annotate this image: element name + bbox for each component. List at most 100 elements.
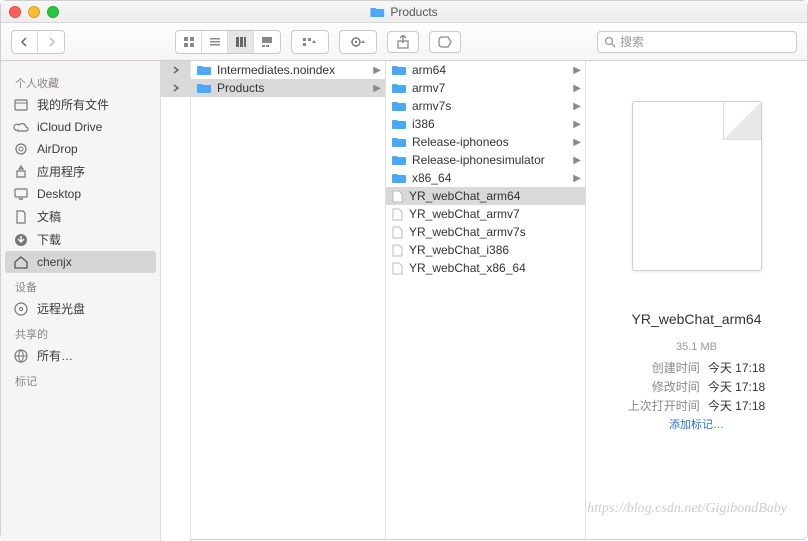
window-title: Products [370, 5, 437, 19]
sidebar-item[interactable]: AirDrop [1, 138, 160, 160]
preview-metadata: 创建时间 今天 17:18 修改时间 今天 17:18 上次打开时间 今天 17… [628, 359, 765, 414]
add-tags-button[interactable]: 添加标记… [669, 416, 724, 432]
folder-row[interactable]: Release-iphonesimulator▶ [386, 151, 585, 169]
row-label: x86_64 [412, 171, 451, 185]
sidebar-section-header: 共享的 [1, 320, 160, 344]
chevron-right-icon: ▶ [573, 119, 581, 130]
file-icon [392, 208, 403, 221]
folder-row[interactable]: armv7s ▶ [386, 97, 585, 115]
chevron-right-icon: ▶ [573, 101, 581, 112]
folder-icon [197, 83, 211, 94]
sidebar-item[interactable]: 文稿 [1, 205, 160, 228]
home-icon [13, 254, 29, 270]
file-row[interactable]: YR_webChat_arm64 [386, 187, 585, 205]
view-gallery-button[interactable] [254, 31, 280, 53]
apps-icon [13, 164, 29, 180]
view-columns-button[interactable] [228, 31, 254, 53]
close-window-button[interactable] [9, 6, 21, 18]
file-row[interactable]: YR_webChat_x86_64 [386, 259, 585, 277]
workspace: 个人收藏我的所有文件 iCloud Drive AirDrop 应用程序 Desktop… [1, 61, 807, 541]
sidebar-item[interactable]: 我的所有文件 [1, 93, 160, 116]
titlebar: Products [1, 1, 807, 23]
view-icon-button[interactable] [176, 31, 202, 53]
sidebar-item[interactable]: 远程光盘 [1, 297, 160, 320]
folder-icon [392, 155, 406, 166]
zoom-window-button[interactable] [47, 6, 59, 18]
chevron-right-icon: ▶ [573, 137, 581, 148]
search-input[interactable]: 搜索 [597, 31, 797, 53]
row-label: YR_webChat_i386 [409, 243, 509, 257]
column-0-parent-arrow[interactable] [161, 79, 190, 97]
column-0 [161, 61, 191, 541]
forward-button[interactable] [38, 31, 64, 53]
preview-filesize: 35.1 MB [676, 341, 717, 353]
downloads-icon [13, 232, 29, 248]
folder-row[interactable]: arm64▶ [386, 61, 585, 79]
sidebar-item-label: 文稿 [37, 208, 61, 225]
sidebar-item-label: iCloud Drive [37, 120, 102, 134]
chevron-right-icon: ▶ [573, 173, 581, 184]
folder-icon [392, 173, 406, 184]
folder-row[interactable]: armv7 ▶ [386, 79, 585, 97]
created-label: 创建时间 [628, 359, 700, 376]
sidebar-item[interactable]: Desktop [1, 183, 160, 205]
view-mode-group [175, 30, 281, 54]
sidebar-item[interactable]: 应用程序 [1, 160, 160, 183]
sidebar-item-label: 我的所有文件 [37, 96, 109, 113]
row-label: YR_webChat_x86_64 [409, 261, 526, 275]
action-dropdown[interactable] [339, 30, 377, 54]
chevron-right-icon: ▶ [573, 83, 581, 94]
row-label: armv7 [412, 81, 445, 95]
chevron-right-icon: ▶ [373, 65, 381, 76]
sidebar-item-label: 应用程序 [37, 163, 85, 180]
arrange-dropdown[interactable] [291, 30, 329, 54]
file-icon [392, 226, 403, 239]
tags-button[interactable] [429, 31, 461, 53]
sidebar: 个人收藏我的所有文件 iCloud Drive AirDrop 应用程序 Desktop… [1, 61, 161, 541]
sidebar-item[interactable]: 下载 [1, 228, 160, 251]
toolbar: 搜索 [1, 23, 807, 61]
folder-row[interactable]: Intermediates.noindex ▶ [191, 61, 385, 79]
columns-view: Intermediates.noindex▶Products▶ arm64▶ar… [161, 61, 807, 541]
view-list-button[interactable] [202, 31, 228, 53]
file-row[interactable]: YR_webChat_i386 [386, 241, 585, 259]
desktop-icon [13, 186, 29, 202]
row-label: i386 [412, 117, 435, 131]
row-label: Intermediates.noindex [217, 63, 335, 77]
minimize-window-button[interactable] [28, 6, 40, 18]
folder-icon [370, 6, 384, 17]
folder-row[interactable]: x86_64 ▶ [386, 169, 585, 187]
folder-icon [392, 119, 406, 130]
window-title-text: Products [390, 5, 437, 19]
folder-icon [392, 83, 406, 94]
all-files-icon [13, 97, 29, 113]
file-icon [392, 190, 403, 203]
sidebar-item[interactable]: iCloud Drive [1, 116, 160, 138]
row-label: armv7s [412, 99, 451, 113]
sidebar-item-label: 所有… [37, 347, 73, 364]
network-icon [13, 348, 29, 364]
file-row[interactable]: YR_webChat_armv7s [386, 223, 585, 241]
share-button[interactable] [387, 31, 419, 53]
sidebar-item-label: 下载 [37, 231, 61, 248]
folder-row[interactable]: Products▶ [191, 79, 385, 97]
window-controls [9, 6, 59, 18]
watermark: https://blog.csdn.net/GigibondBaby [587, 501, 787, 517]
file-row[interactable]: YR_webChat_armv7 [386, 205, 585, 223]
row-label: YR_webChat_armv7 [409, 207, 520, 221]
row-label: YR_webChat_armv7s [409, 225, 526, 239]
back-button[interactable] [12, 31, 38, 53]
sidebar-item[interactable]: 所有… [1, 344, 160, 367]
column-0-parent-arrow[interactable] [161, 61, 190, 79]
preview-file-icon [632, 101, 762, 271]
folder-row[interactable]: i386 ▶ [386, 115, 585, 133]
folder-icon [392, 65, 406, 76]
sidebar-section-header: 个人收藏 [1, 69, 160, 93]
folder-row[interactable]: Release-iphoneos▶ [386, 133, 585, 151]
preview-pane: YR_webChat_arm64 35.1 MB 创建时间 今天 17:18 修… [586, 61, 807, 541]
disc-icon [13, 301, 29, 317]
search-placeholder: 搜索 [620, 33, 644, 50]
row-label: Products [217, 81, 264, 95]
sidebar-item-label: chenjx [37, 255, 72, 269]
sidebar-item[interactable]: chenjx [5, 251, 156, 273]
